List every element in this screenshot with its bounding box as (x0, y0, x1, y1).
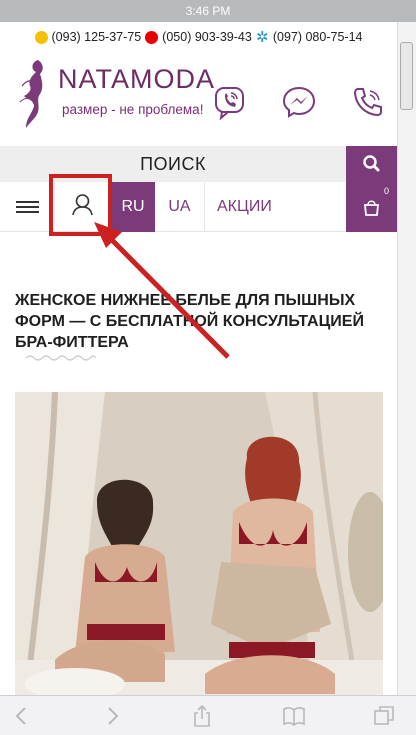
decorative-squiggle (26, 355, 96, 361)
brand-name: NATAMODA (58, 64, 215, 95)
hero-photo (15, 392, 383, 695)
browser-toolbar (0, 695, 416, 735)
brand-tagline: размер - не проблема! (62, 102, 204, 117)
brand-name-part2: MODA (130, 64, 216, 94)
promo-link[interactable]: АКЦИИ (205, 182, 305, 232)
hamburger-icon (16, 201, 39, 203)
annotation-highlight-box (49, 174, 112, 236)
scrollbar-thumb[interactable] (400, 42, 413, 110)
brand-name-part1: NATA (58, 64, 131, 94)
status-time: 3:46 PM (185, 4, 231, 18)
phone-number-1[interactable]: (093) 125-37-75 (52, 30, 142, 44)
status-bar: 3:46 PM (0, 0, 416, 22)
vodafone-icon (145, 30, 159, 44)
logo-silhouette-icon (19, 60, 43, 128)
viber-icon[interactable] (212, 84, 248, 120)
forward-icon[interactable] (100, 704, 124, 728)
phone-icon[interactable] (350, 84, 386, 120)
tabs-icon[interactable] (372, 704, 396, 728)
menu-button[interactable] (0, 182, 55, 232)
lifecell-icon (34, 30, 48, 44)
search-button[interactable] (346, 146, 397, 182)
cart-icon (364, 200, 379, 216)
cart-button[interactable]: 0 (346, 182, 397, 232)
hero-photo-illustration (15, 392, 383, 695)
search-icon (363, 155, 380, 172)
lang-ua-button[interactable]: UA (155, 182, 205, 232)
scrollbar[interactable] (397, 22, 416, 695)
phone-number-3[interactable]: (097) 080-75-14 (273, 30, 363, 44)
share-icon[interactable] (190, 704, 214, 728)
cart-count: 0 (383, 186, 389, 196)
lang-ru-button[interactable]: RU (111, 182, 155, 232)
phone-contacts: (093) 125-37-75 (050) 903-39-43 ✲ (097) … (0, 24, 397, 50)
bookmarks-icon[interactable] (282, 704, 306, 728)
page-viewport: (093) 125-37-75 (050) 903-39-43 ✲ (097) … (0, 22, 397, 695)
messenger-icon[interactable] (281, 84, 317, 120)
page-headline: ЖЕНСКОЕ НИЖНЕЕ БЕЛЬЕ ДЛЯ ПЫШНЫХ ФОРМ — С… (15, 292, 364, 351)
kyivstar-icon: ✲ (256, 28, 269, 46)
phone-number-2[interactable]: (050) 903-39-43 (162, 30, 252, 44)
site-logo[interactable]: NATAMODA размер - не проблема! (14, 56, 214, 136)
back-icon[interactable] (10, 704, 34, 728)
